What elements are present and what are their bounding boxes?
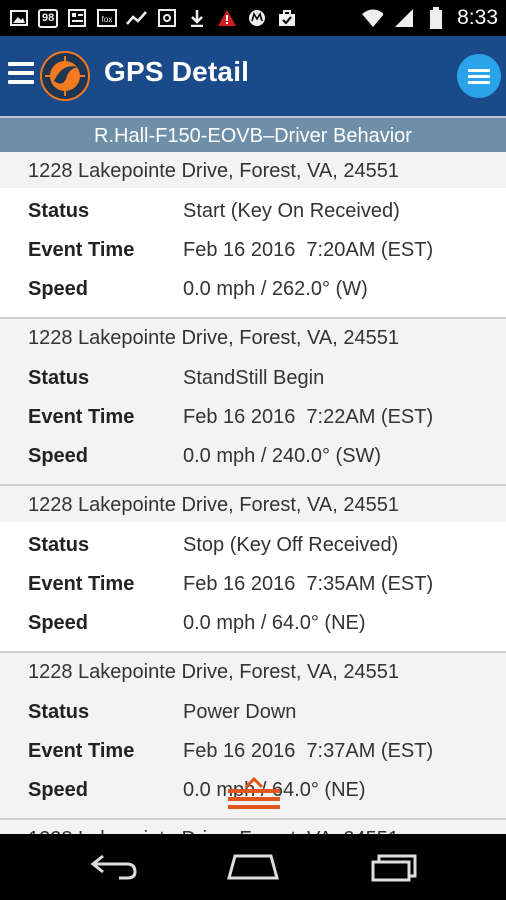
- status-value: Power Down: [183, 701, 297, 723]
- event-time-value: Feb 16 2016 7:35AM (EST): [183, 573, 434, 595]
- fox-news-icon: fox: [96, 8, 118, 28]
- news-icon: [66, 8, 88, 28]
- speed-label: Speed: [28, 612, 89, 634]
- event-time-label: Event Time: [28, 406, 135, 428]
- entry-address: 1228 Lakepointe Drive, Forest, VA, 24551: [0, 653, 506, 689]
- wifi-icon: [361, 8, 384, 28]
- event-time-value: Feb 16 2016 7:22AM (EST): [183, 406, 434, 428]
- menu-icon: [468, 66, 490, 87]
- status-bar: 98 fox 8:33: [0, 0, 506, 36]
- event-time-label: Event Time: [28, 239, 135, 261]
- page-title: GPS Detail: [104, 56, 250, 87]
- status-label: Status: [28, 200, 90, 222]
- entry-address: 1228 Lakepointe Drive, Forest, VA, 24551: [0, 152, 506, 188]
- status-time: 8:33: [457, 6, 498, 29]
- recents-icon: [371, 854, 417, 882]
- event-time-value: Feb 16 2016 7:20AM (EST): [183, 239, 434, 261]
- list-item[interactable]: 1228 Lakepointe Drive, Forest, VA, 24551…: [0, 486, 506, 653]
- vehicle-subtitle: R.Hall-F150-EOVB–Driver Behavior: [0, 116, 506, 152]
- drawer-menu-icon[interactable]: [8, 62, 34, 88]
- scroll-up-icon: [228, 776, 280, 809]
- signal-icon: [393, 8, 415, 28]
- status-label: Status: [28, 534, 90, 556]
- at-icon: [156, 8, 178, 28]
- speed-label: Speed: [28, 445, 89, 467]
- home-button[interactable]: [223, 852, 283, 882]
- image-icon: [8, 8, 30, 28]
- system-nav-bar: [0, 834, 506, 900]
- status-label: Status: [28, 701, 90, 723]
- event-time-value: Feb 16 2016 7:37AM (EST): [183, 740, 434, 762]
- motorola-icon: [246, 8, 268, 28]
- briefcase-icon: [276, 8, 298, 28]
- battery-icon: [425, 7, 447, 29]
- svg-text:fox: fox: [102, 15, 113, 24]
- event-time-label: Event Time: [28, 740, 135, 762]
- list-item[interactable]: 1228 Lakepointe Drive, Forest, VA, 24551: [0, 820, 506, 834]
- speed-label: Speed: [28, 779, 89, 801]
- speed-value: 0.0 mph / 64.0° (NE): [183, 612, 366, 634]
- status-label: Status: [28, 367, 90, 389]
- back-button[interactable]: [84, 852, 144, 882]
- event-time-label: Event Time: [28, 573, 135, 595]
- download-icon: [186, 8, 208, 28]
- status-value: Start (Key On Received): [183, 200, 400, 222]
- chart-icon: [126, 8, 148, 28]
- entry-address: 1228 Lakepointe Drive, Forest, VA, 24551: [0, 486, 506, 522]
- app-logo[interactable]: [40, 51, 90, 101]
- status-value: StandStill Begin: [183, 367, 325, 389]
- home-icon: [227, 854, 279, 880]
- recents-button[interactable]: [366, 852, 426, 882]
- back-icon: [90, 854, 137, 880]
- status-value: Stop (Key Off Received): [183, 534, 399, 556]
- speed-value: 0.0 mph / 262.0° (W): [183, 278, 368, 300]
- list-item[interactable]: 1228 Lakepointe Drive, Forest, VA, 24551…: [0, 152, 506, 319]
- warning-icon: [216, 8, 238, 28]
- scroll-to-top-button[interactable]: [226, 775, 282, 815]
- speed-value: 0.0 mph / 240.0° (SW): [183, 445, 382, 467]
- entry-address: 1228 Lakepointe Drive, Forest, VA, 24551: [0, 319, 506, 355]
- list-item[interactable]: 1228 Lakepointe Drive, Forest, VA, 24551…: [0, 319, 506, 486]
- entry-address: 1228 Lakepointe Drive, Forest, VA, 24551: [0, 820, 506, 834]
- speed-label: Speed: [28, 278, 89, 300]
- app-bar: GPS Detail: [0, 36, 506, 116]
- notification-count-badge: 98: [38, 8, 59, 28]
- options-menu-button[interactable]: [457, 54, 501, 98]
- gps-detail-list[interactable]: R.Hall-F150-EOVB–Driver Behavior 1228 La…: [0, 116, 506, 834]
